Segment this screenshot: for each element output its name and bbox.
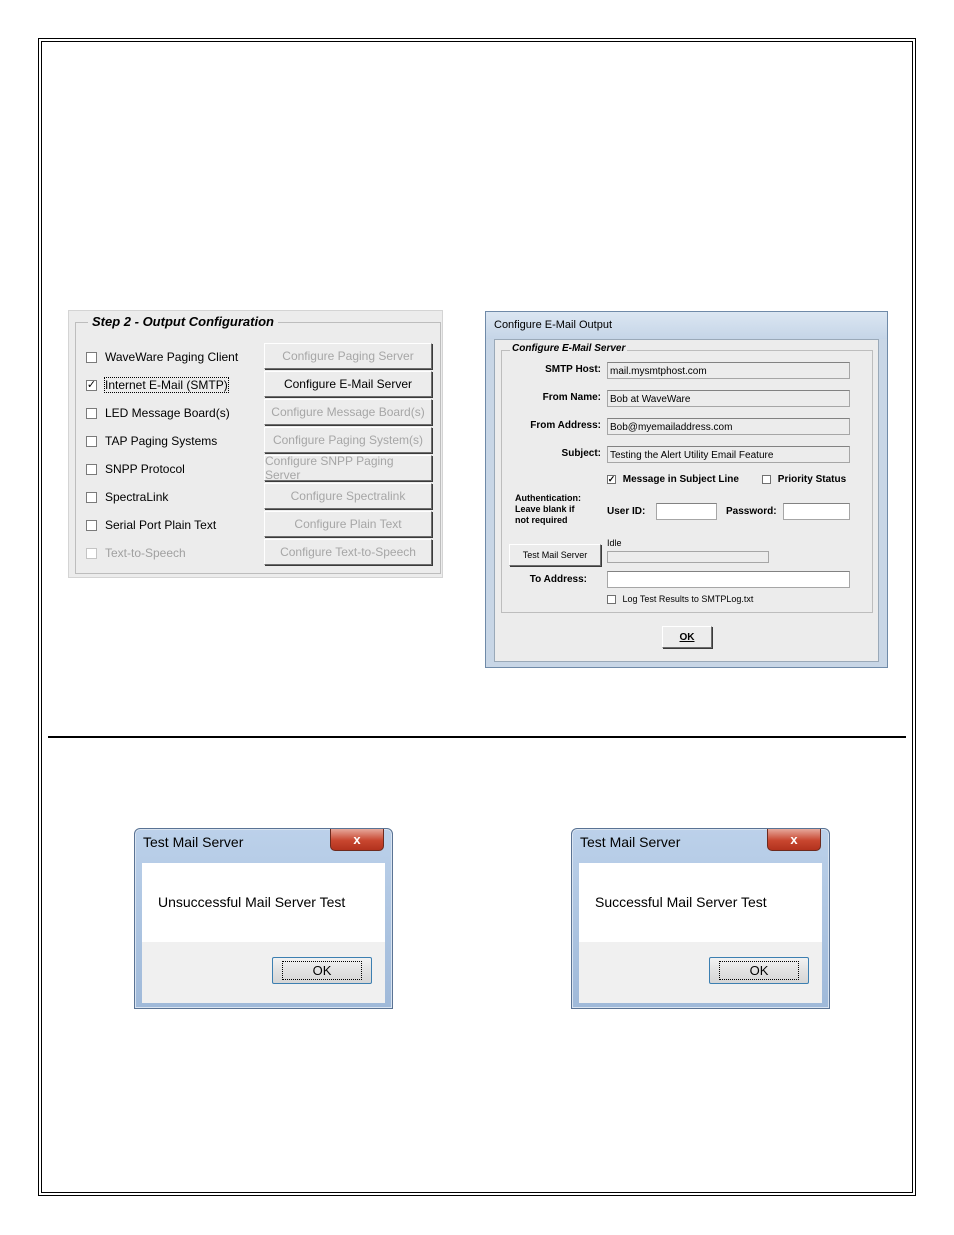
from-address-field[interactable]: Bob@myemailaddress.com bbox=[607, 418, 850, 435]
message-in-subject-option[interactable]: ✓ Message in Subject Line bbox=[607, 474, 739, 485]
output-configuration-panel: Step 2 - Output Configuration WaveWare P… bbox=[68, 310, 443, 578]
configure-spectralink-button[interactable]: Configure Spectralink bbox=[264, 483, 432, 509]
priority-status-checkbox[interactable] bbox=[762, 474, 771, 484]
option-label: SpectraLink bbox=[105, 490, 169, 504]
test-status-text: Idle bbox=[607, 538, 622, 548]
priority-status-label: Priority Status bbox=[777, 474, 847, 485]
configure-text-to-speech-button[interactable]: Configure Text-to-Speech bbox=[264, 539, 432, 565]
unsuccessful-test-message-box: Test Mail Server x Unsuccessful Mail Ser… bbox=[134, 828, 393, 1009]
test-mail-server-button[interactable]: Test Mail Server bbox=[509, 544, 601, 566]
message-box-body: Unsuccessful Mail Server Test bbox=[142, 863, 385, 942]
configure-paging-systems-button[interactable]: Configure Paging System(s) bbox=[264, 427, 432, 453]
message-box-footer: OK bbox=[579, 942, 822, 1003]
checkbox-tap-paging-systems[interactable] bbox=[86, 435, 97, 447]
log-test-results-checkbox[interactable] bbox=[607, 595, 616, 605]
from-name-label: From Name: bbox=[542, 392, 601, 403]
message-box-title: Test Mail Server bbox=[580, 834, 681, 850]
message-box-title: Test Mail Server bbox=[143, 834, 244, 850]
configure-paging-server-button[interactable]: Configure Paging Server bbox=[264, 343, 432, 369]
checkbox-led-message-boards[interactable] bbox=[86, 407, 97, 419]
dialog-title: Configure E-Mail Output bbox=[486, 312, 887, 339]
email-server-group: Configure E-Mail Server SMTP Host: mail.… bbox=[501, 343, 873, 613]
option-serial-port-plain-text[interactable]: Serial Port Plain Text bbox=[86, 515, 266, 535]
ok-button[interactable]: OK bbox=[709, 957, 809, 984]
configure-email-output-dialog: Configure E-Mail Output Configure E-Mail… bbox=[485, 311, 888, 668]
subject-label: Subject: bbox=[561, 448, 601, 459]
message-in-subject-checkbox[interactable]: ✓ bbox=[607, 474, 616, 484]
checkbox-spectralink[interactable] bbox=[86, 491, 97, 503]
ok-button-label: OK bbox=[281, 961, 363, 980]
smtp-host-field[interactable]: mail.mysmtphost.com bbox=[607, 362, 850, 379]
from-address-label: From Address: bbox=[530, 420, 601, 431]
option-label: Serial Port Plain Text bbox=[105, 518, 217, 532]
log-test-results-label: Log Test Results to SMTPLog.txt bbox=[622, 594, 754, 604]
checkbox-text-to-speech bbox=[86, 547, 97, 559]
ok-button[interactable]: OK bbox=[272, 957, 372, 984]
log-test-results-option[interactable]: Log Test Results to SMTPLog.txt bbox=[607, 594, 754, 605]
section-divider bbox=[48, 736, 906, 738]
message-box-body: Successful Mail Server Test bbox=[579, 863, 822, 942]
configure-snpp-paging-server-button[interactable]: Configure SNPP Paging Server bbox=[264, 454, 432, 482]
option-text-to-speech: Text-to-Speech bbox=[86, 543, 266, 563]
output-configuration-group: Step 2 - Output Configuration WaveWare P… bbox=[75, 314, 441, 574]
ok-button-label: OK bbox=[718, 961, 800, 980]
checkbox-waveware-paging-client[interactable] bbox=[86, 351, 97, 363]
email-server-group-title: Configure E-Mail Server bbox=[510, 343, 628, 354]
user-id-field[interactable] bbox=[656, 503, 717, 520]
message-in-subject-label: Message in Subject Line bbox=[622, 474, 739, 485]
message-text: Successful Mail Server Test bbox=[595, 894, 767, 910]
option-label: Text-to-Speech bbox=[105, 546, 186, 560]
password-field[interactable] bbox=[783, 503, 850, 520]
authentication-note: Authentication: Leave blank if not requi… bbox=[515, 493, 581, 526]
password-label: Password: bbox=[726, 506, 777, 517]
ok-button[interactable]: OK bbox=[662, 626, 712, 648]
message-box-footer: OK bbox=[142, 942, 385, 1003]
subject-field[interactable]: Testing the Alert Utility Email Feature bbox=[607, 446, 850, 463]
option-label: TAP Paging Systems bbox=[105, 434, 218, 448]
authentication-note-line: Leave blank if bbox=[515, 504, 575, 514]
close-icon[interactable]: x bbox=[767, 829, 821, 851]
option-label: WaveWare Paging Client bbox=[105, 350, 239, 364]
checkbox-internet-email-smtp[interactable]: ✓ bbox=[86, 379, 97, 391]
smtp-host-label: SMTP Host: bbox=[545, 364, 601, 375]
test-progress-bar bbox=[607, 551, 769, 563]
option-tap-paging-systems[interactable]: TAP Paging Systems bbox=[86, 431, 266, 451]
message-text: Unsuccessful Mail Server Test bbox=[158, 894, 346, 910]
option-label: SNPP Protocol bbox=[105, 462, 185, 476]
configure-message-boards-button[interactable]: Configure Message Board(s) bbox=[264, 399, 432, 425]
successful-test-message-box: Test Mail Server x Successful Mail Serve… bbox=[571, 828, 830, 1009]
option-spectralink[interactable]: SpectraLink bbox=[86, 487, 266, 507]
output-configuration-title: Step 2 - Output Configuration bbox=[88, 314, 278, 329]
user-id-label: User ID: bbox=[607, 506, 646, 517]
from-name-field[interactable]: Bob at WaveWare bbox=[607, 390, 850, 407]
authentication-note-line: not required bbox=[515, 515, 568, 525]
option-label: Internet E-Mail (SMTP) bbox=[104, 377, 229, 393]
option-led-message-boards[interactable]: LED Message Board(s) bbox=[86, 403, 266, 423]
checkbox-serial-port-plain-text[interactable] bbox=[86, 519, 97, 531]
priority-status-option[interactable]: Priority Status bbox=[762, 474, 846, 485]
close-icon[interactable]: x bbox=[330, 829, 384, 851]
dialog-client-area: Configure E-Mail Server SMTP Host: mail.… bbox=[494, 339, 879, 662]
to-address-label: To Address: bbox=[529, 574, 587, 585]
option-internet-email-smtp[interactable]: ✓ Internet E-Mail (SMTP) bbox=[86, 375, 266, 395]
configure-email-server-button[interactable]: Configure E-Mail Server bbox=[264, 371, 432, 397]
option-snpp-protocol[interactable]: SNPP Protocol bbox=[86, 459, 266, 479]
option-waveware-paging-client[interactable]: WaveWare Paging Client bbox=[86, 347, 266, 367]
to-address-field[interactable] bbox=[607, 571, 850, 588]
configure-plain-text-button[interactable]: Configure Plain Text bbox=[264, 511, 432, 537]
checkbox-snpp-protocol[interactable] bbox=[86, 463, 97, 475]
authentication-note-line: Authentication: bbox=[515, 493, 581, 503]
option-label: LED Message Board(s) bbox=[105, 406, 230, 420]
